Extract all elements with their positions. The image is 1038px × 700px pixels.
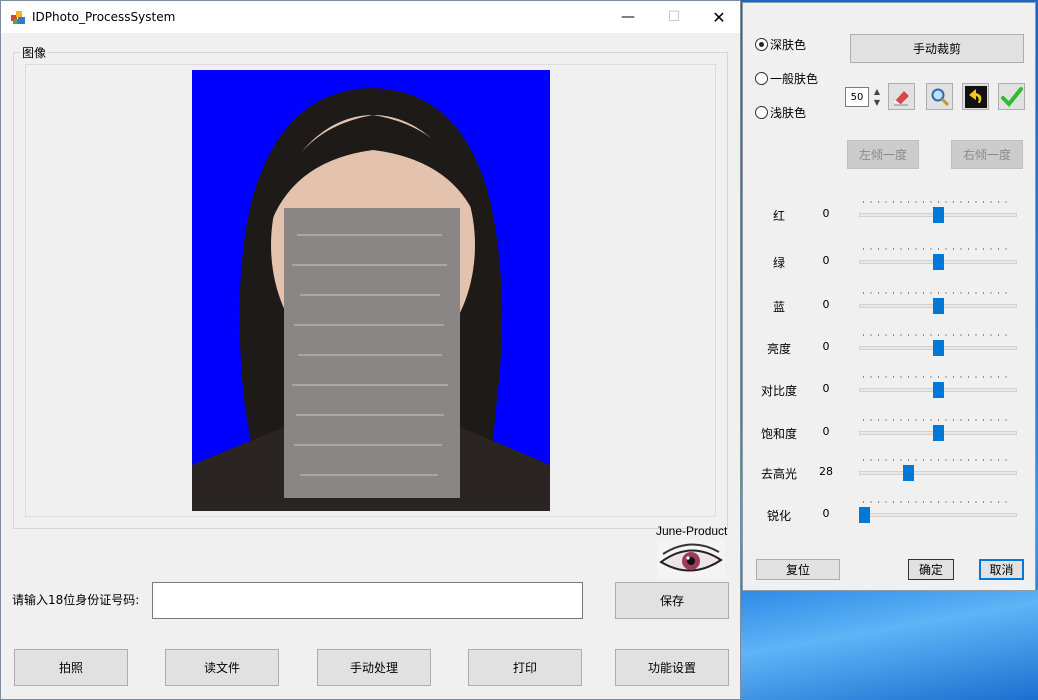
eye-logo-icon [657,540,725,578]
app-icon [11,11,25,24]
slider-thumb[interactable] [932,340,944,356]
slider-ticks [863,334,1013,336]
radio-light[interactable] [755,106,768,119]
slider-label: 蓝 [772,300,785,314]
skin-tone-normal-label: 一般肤色 [770,72,819,86]
slider-thumb[interactable] [932,425,944,441]
tilt-left-button[interactable]: 左倾一度 [847,140,919,169]
eraser-icon [893,90,909,106]
magnifier-icon [931,88,949,106]
zoom-button[interactable] [926,83,953,110]
slider-thumb[interactable] [932,298,944,314]
slider-track[interactable] [859,471,1017,475]
undo-icon [964,85,987,108]
slider-label: 红 [772,209,785,223]
desktop-wallpaper-band [740,590,1038,700]
confirm-button[interactable] [998,83,1025,110]
settings-button[interactable]: 功能设置 [615,649,729,686]
title-bar[interactable]: IDPhoto_ProcessSystem — ☐ ✕ [1,1,740,33]
id-number-input[interactable] [152,582,583,619]
slider-label: 绿 [772,256,785,270]
tilt-right-button[interactable]: 右倾一度 [951,140,1023,169]
skin-tone-light-label: 浅肤色 [770,106,807,120]
slider-ticks [863,376,1013,378]
slider-label: 对比度 [760,384,797,398]
id-photo-preview[interactable] [192,70,550,511]
slider-thumb[interactable] [932,254,944,270]
save-button[interactable]: 保存 [615,582,729,619]
slider-value: 0 [822,507,830,520]
cancel-button[interactable]: 取消 [979,559,1024,580]
slider-label: 亮度 [766,342,791,356]
brush-size-input[interactable]: 50 [845,87,869,107]
print-button[interactable]: 打印 [468,649,582,686]
manual-process-button[interactable]: 手动处理 [317,649,431,686]
minimize-button[interactable]: — [605,1,651,33]
slider-label: 锐化 [766,509,791,523]
skin-tone-normal[interactable]: 一般肤色 [755,70,818,87]
slider-ticks [863,501,1013,503]
undo-button[interactable] [962,83,989,110]
slider-value: 0 [822,254,830,267]
skin-tone-light[interactable]: 浅肤色 [755,104,806,121]
slider-thumb[interactable] [932,382,944,398]
brand-label: June-Product [656,524,728,538]
maximize-button[interactable]: ☐ [651,1,697,33]
slider-value: 0 [822,425,830,438]
slider-value: 28 [819,465,833,478]
slider-label: 去高光 [760,467,797,481]
ok-button[interactable]: 确定 [908,559,954,580]
manual-crop-button[interactable]: 手动裁剪 [850,34,1024,63]
reset-button[interactable]: 复位 [756,559,840,580]
slider-track[interactable] [859,513,1017,517]
slider-ticks [863,419,1013,421]
id-number-label: 请输入18位身份证号码: [12,593,140,607]
slider-thumb[interactable] [932,207,944,223]
radio-normal[interactable] [755,72,768,85]
slider-value: 0 [822,340,830,353]
slider-thumb[interactable] [859,507,870,523]
slider-label: 饱和度 [760,427,797,441]
close-button[interactable]: ✕ [696,1,742,33]
skin-tone-dark[interactable]: 深肤色 [755,36,806,53]
slider-value: 0 [822,382,830,395]
window-title: IDPhoto_ProcessSystem [32,10,176,24]
read-file-button[interactable]: 读文件 [165,649,279,686]
image-group-label: 图像 [20,44,49,61]
capture-button[interactable]: 拍照 [14,649,128,686]
eraser-button[interactable] [888,83,915,110]
skin-tone-dark-label: 深肤色 [770,38,807,52]
slider-value: 0 [822,207,830,220]
slider-ticks [863,248,1013,250]
checkmark-icon [1000,86,1023,107]
slider-thumb[interactable] [903,465,915,481]
slider-ticks [863,292,1013,294]
radio-dark[interactable] [755,38,768,51]
slider-ticks [863,459,1013,461]
slider-value: 0 [822,298,830,311]
brush-size-stepper-icon[interactable]: ▲ ▼ [871,86,883,108]
slider-ticks [863,201,1013,203]
